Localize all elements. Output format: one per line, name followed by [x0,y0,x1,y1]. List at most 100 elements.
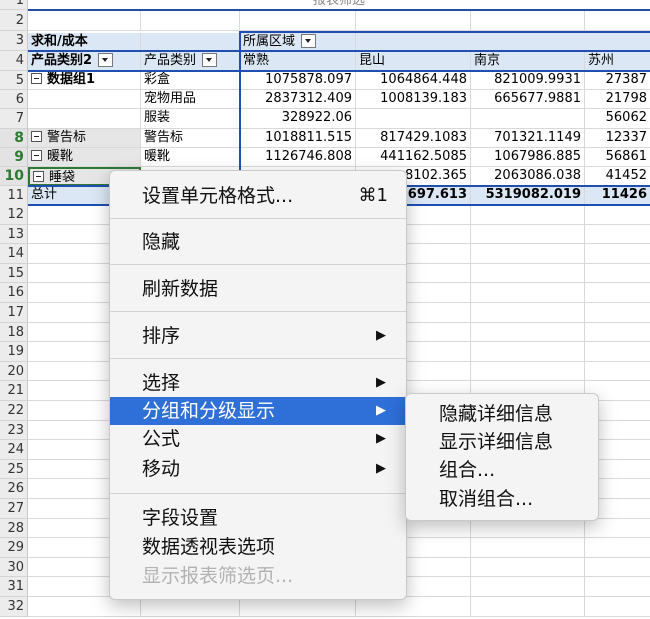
row-number[interactable]: 29 [0,538,28,558]
row-number[interactable]: 31 [0,577,28,597]
grid-cell[interactable] [471,597,585,617]
grid-cell[interactable] [471,322,585,343]
value-cell[interactable]: 21798 [585,90,650,109]
item-label[interactable]: 警告标 [141,129,240,148]
item-label[interactable]: 彩盒 [141,71,240,90]
row-number[interactable]: 8 [0,129,28,148]
row-number[interactable]: 9 [0,148,28,167]
row-number[interactable]: 30 [0,557,28,578]
value-cell[interactable]: 701321.1149 [471,129,585,148]
value-cell[interactable]: 27387 [585,71,650,90]
row-number[interactable]: 4 [0,51,28,71]
row-number[interactable]: 15 [0,263,28,284]
row-number[interactable]: 26 [0,479,28,499]
row-number[interactable]: 11 [0,186,28,206]
grid-cell[interactable] [585,264,650,284]
value-cell[interactable]: 1126746.808 [240,148,356,167]
row-number[interactable]: 6 [0,90,28,109]
row-number[interactable]: 32 [0,597,28,617]
column-header[interactable]: 苏州 [585,52,650,71]
value-cell[interactable]: 1067986.885 [471,148,585,167]
row-number[interactable]: 24 [0,440,28,460]
column-header[interactable]: 南京 [471,52,585,71]
value-cell[interactable]: 1018811.515 [240,129,356,148]
item-label[interactable]: 暖靴 [141,148,240,167]
row-number[interactable]: 1 [0,0,28,10]
submenu-item-show-detail[interactable]: 显示详细信息 [406,428,598,456]
grid-cell[interactable] [585,577,650,597]
total-value[interactable]: 11426 [585,186,650,205]
submenu-item-hide-detail[interactable]: 隐藏详细信息 [406,400,598,428]
column-header[interactable]: 昆山 [356,52,471,71]
value-cell[interactable]: 328922.06 [240,109,356,129]
group-cell[interactable]: 数据组1 [28,71,141,90]
row-number[interactable]: 13 [0,224,28,245]
row-number[interactable]: 25 [0,459,28,480]
grid-cell[interactable] [471,244,585,264]
value-cell[interactable] [471,109,585,129]
menu-item-formula[interactable]: 公式 ▶ [110,425,406,453]
row-number[interactable]: 14 [0,244,28,264]
group-cell[interactable]: 警告标 [28,129,141,148]
grid-cell[interactable] [585,303,650,323]
row-number[interactable]: 10 [0,167,28,186]
group-cell[interactable] [28,109,141,129]
value-cell[interactable]: 56062 [585,109,650,129]
grid-cell[interactable] [585,519,650,539]
value-cell[interactable]: 817429.1083 [356,129,471,148]
value-cell[interactable]: 821009.9931 [471,71,585,90]
grid-cell[interactable] [585,283,650,303]
grid-cell[interactable] [471,205,585,225]
collapse-icon[interactable] [31,73,42,84]
collapse-icon[interactable] [33,171,44,182]
value-cell[interactable]: 12337 [585,129,650,148]
submenu-item-group[interactable]: 组合... [406,456,598,484]
group-cell[interactable]: 暖靴 [28,148,141,167]
total-value[interactable]: 5319082.019 [471,186,585,205]
value-cell[interactable]: 56861 [585,148,650,167]
row-number[interactable]: 16 [0,283,28,303]
column-header[interactable]: 常熟 [240,52,356,71]
menu-item-move[interactable]: 移动 ▶ [110,455,406,483]
group-cell[interactable] [28,90,141,109]
grid-cell[interactable] [585,362,650,382]
row-field-2-cell[interactable]: 产品类别 [141,52,240,71]
grid-cell[interactable] [471,361,585,382]
menu-item-sort[interactable]: 排序 ▶ [110,322,406,350]
grid-cell[interactable] [585,225,650,245]
collapse-icon[interactable] [31,131,42,142]
grid-cell[interactable] [471,342,585,362]
item-label[interactable]: 服装 [141,109,240,129]
row-number[interactable]: 27 [0,499,28,519]
menu-item-format-cells[interactable]: 设置单元格格式... ⌘1 [110,182,406,210]
menu-item-refresh[interactable]: 刷新数据 [110,275,406,303]
row-number[interactable]: 21 [0,381,28,401]
row-number[interactable]: 5 [0,71,28,90]
row-number[interactable]: 2 [0,10,28,31]
row-number[interactable]: 22 [0,401,28,421]
value-cell[interactable]: 2837312.409 [240,90,356,109]
grid-cell[interactable] [471,557,585,578]
menu-item-pivot-options[interactable]: 数据透视表选项 [110,533,406,561]
menu-item-select[interactable]: 选择 ▶ [110,369,406,397]
row-number[interactable]: 23 [0,420,28,441]
value-cell[interactable]: 1008139.183 [356,90,471,109]
region-filter-dropdown[interactable] [301,33,317,48]
row-number[interactable]: 3 [0,31,28,51]
grid-cell[interactable] [471,518,585,539]
row-number[interactable]: 7 [0,109,28,129]
row-number[interactable]: 19 [0,342,28,362]
row-number[interactable]: 20 [0,361,28,382]
row-number[interactable]: 28 [0,518,28,539]
menu-item-group-outline[interactable]: 分组和分级显示 ▶ [110,397,406,425]
grid-cell[interactable] [471,303,585,323]
value-cell[interactable]: 2063086.038 [471,167,585,186]
grid-cell[interactable] [471,263,585,284]
value-cell[interactable] [356,109,471,129]
row-field-2-dropdown[interactable] [202,52,218,67]
value-cell[interactable]: 441162.5085 [356,148,471,167]
grid-cell[interactable] [585,323,650,343]
grid-cell[interactable] [585,597,650,617]
row-number[interactable]: 12 [0,205,28,225]
grid-cell[interactable] [471,577,585,597]
